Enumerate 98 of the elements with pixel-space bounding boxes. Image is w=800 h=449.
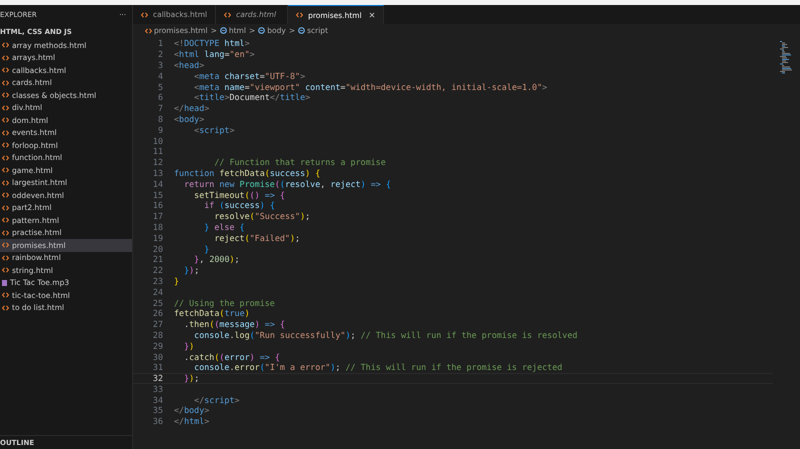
code-brackets-icon [2,292,9,298]
code-line: </head> [174,103,210,114]
line-number: 29 [152,340,163,351]
line-number: 13 [152,168,163,178]
line-number: 4 [156,70,163,81]
code-line: </body> [174,405,210,416]
code-brackets-icon [2,117,9,124]
code-brackets-icon [2,104,9,111]
code-line: <html lang="en"> [174,49,255,60]
code-line: .then((message) => { [183,319,285,330]
line-number: 9 [156,124,163,135]
code-line: } [174,276,180,286]
close-icon[interactable]: ✕ [368,10,376,20]
code-line: function fetchData(success) { [174,168,320,178]
line-number: 11 [152,146,163,156]
code-brackets-icon [296,12,304,18]
line-number: 36 [152,416,163,426]
code-line: // Using the promise [174,298,275,308]
line-number: 12 [152,157,163,168]
code-line: } else { [203,222,245,232]
line-number: 17 [152,211,163,222]
element-icon [220,27,227,34]
element-icon [298,27,306,34]
code-line: </script> [193,394,240,405]
code-line: }); [183,373,200,384]
line-number: 32 [152,373,163,384]
code-line: return new Promise((resolve, reject) => { [183,178,391,189]
line-number: 8 [156,114,163,124]
code-line: fetchData(true) [174,308,250,318]
code-brackets-icon [2,167,9,174]
code-brackets-icon [2,304,9,311]
code-brackets-icon [2,67,9,74]
element-icon [258,27,266,34]
code-brackets-icon [2,217,9,224]
line-number: 6 [156,92,163,102]
code-line: <title>Document</title> [193,92,310,102]
line-number: 24 [152,286,163,297]
line-number: 25 [152,298,163,308]
code-brackets-icon [145,28,152,34]
code-line: <!DOCTYPE html> [174,38,250,48]
line-number: 7 [156,103,163,114]
line-number: 21 [152,254,163,264]
code-line: resolve("Success"); [213,211,310,222]
code-brackets-icon [2,92,9,98]
line-number: 5 [156,82,163,92]
line-number: 16 [152,200,163,210]
code-brackets-icon [2,130,9,136]
line-number: 26 [152,308,163,318]
code-brackets-icon [2,142,9,148]
line-number: 27 [152,319,163,330]
code-brackets-icon [2,230,9,236]
code-line: <meta name="viewport" content="width=device-width, initial-scale=1.0"> [193,82,548,92]
line-number: 15 [152,190,163,200]
line-number: 1 [156,38,163,48]
line-number: 23 [152,276,163,286]
line-number: 22 [152,265,163,276]
line-number: 3 [156,60,163,70]
code-brackets-icon [2,267,9,274]
code-line: }, 2000); [193,254,240,264]
code-line: <meta charset="UTF-8"> [193,70,306,81]
code-brackets-icon [2,54,9,61]
line-number: 35 [152,405,163,416]
code-line: }) [183,340,194,351]
code-line: } [203,244,210,254]
line-number: 10 [152,136,163,146]
line-number: 20 [152,244,163,254]
code-line: <script> [193,124,235,135]
code-brackets-icon [224,12,232,18]
code-brackets-icon [2,254,9,261]
code-line: }); [183,265,200,276]
code-line: console.error("I'm a error"); // This will run if the promise is rejected [193,362,562,372]
code-line: console.log("Run successfully"); // This will run if the promise is resolved [193,330,578,340]
line-number: 33 [152,384,163,394]
code-brackets-icon [2,180,9,186]
code-line: reject("Failed"); [213,232,300,243]
line-number: 28 [152,330,163,340]
code-line: setTimeout(() => { [193,190,285,200]
code-line: </html> [174,416,210,426]
line-number: 14 [152,178,163,189]
line-number: 31 [152,362,163,372]
code-line: if (success) { [203,200,275,210]
line-number: 34 [152,394,163,405]
code-line: <head> [174,60,204,70]
code-brackets-icon [2,154,9,161]
line-number: 18 [152,222,163,232]
line-number: 2 [156,49,163,60]
code-line: // Function that returns a promise [213,157,386,168]
code-brackets-icon [2,204,9,211]
code-line: <body> [174,114,204,124]
code-brackets-icon [2,242,9,248]
line-number: 30 [152,352,163,362]
line-number: 19 [152,232,163,243]
music-file-icon [2,280,7,286]
code-brackets-icon [2,192,9,198]
code-brackets-icon [141,12,148,18]
code-brackets-icon [2,42,9,48]
code-line: .catch((error) => { [183,352,280,362]
code-brackets-icon [2,80,9,86]
